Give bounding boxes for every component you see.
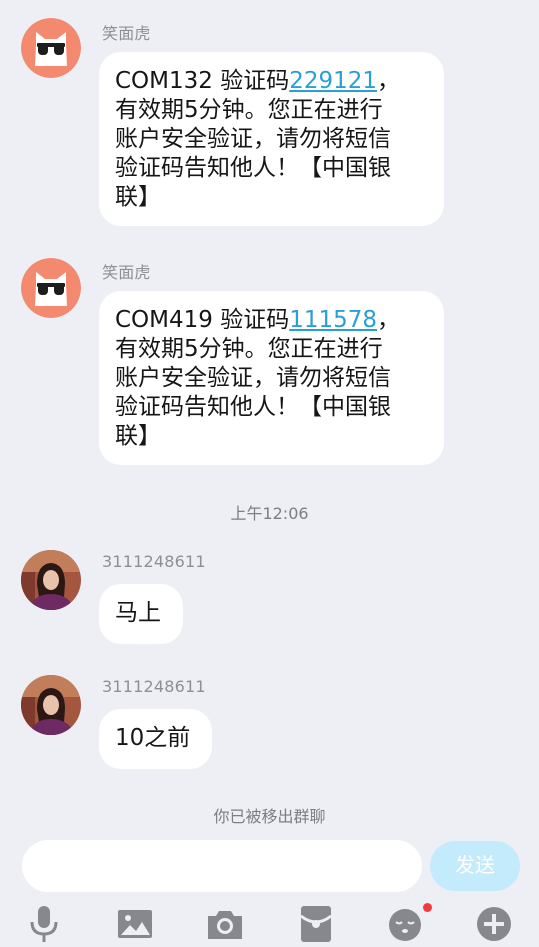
message-line: 账户安全验证，请勿将短信 — [115, 365, 391, 391]
send-button[interactable]: 发送 — [430, 841, 520, 891]
message-text: 马上 — [115, 600, 161, 626]
message-text: ， — [377, 307, 401, 333]
emoji-icon[interactable] — [387, 904, 427, 944]
message-text: ， — [377, 68, 401, 94]
message-line: COM419 验证码111578， — [115, 306, 428, 335]
chat-screen: 笑面虎 COM132 验证码229121， 有效期5分钟。您正在进行 账户安全验… — [0, 0, 539, 947]
message-line: 账户安全验证，请勿将短信 — [115, 126, 391, 152]
message-bubble[interactable]: 10之前 — [99, 709, 212, 769]
notification-dot — [423, 903, 432, 912]
message-line: 联】 — [115, 184, 161, 210]
message-text: COM132 验证码 — [115, 68, 290, 94]
red-packet-icon[interactable] — [297, 904, 337, 944]
sender-name: 3111248611 — [102, 552, 206, 571]
verification-code-link[interactable]: 111578 — [289, 307, 377, 333]
sender-avatar-tiger[interactable] — [21, 18, 81, 78]
message-input[interactable] — [22, 840, 422, 892]
camera-icon[interactable] — [205, 904, 245, 944]
sender-name: 3111248611 — [102, 677, 206, 696]
sender-name: 笑面虎 — [102, 263, 151, 282]
message-bubble[interactable]: COM419 验证码111578， 有效期5分钟。您正在进行 账户安全验证，请勿… — [99, 291, 444, 465]
message-line: 有效期5分钟。您正在进行 — [115, 97, 383, 123]
timestamp: 上午12:06 — [230, 504, 309, 523]
message-line: 验证码告知他人！【中国银 — [115, 155, 391, 181]
sender-avatar-photo[interactable] — [21, 675, 81, 735]
message-line: 有效期5分钟。您正在进行 — [115, 336, 383, 362]
plus-icon[interactable] — [476, 904, 516, 944]
message-line: COM132 验证码229121， — [115, 67, 428, 96]
sender-avatar-tiger[interactable] — [21, 258, 81, 318]
microphone-icon[interactable] — [24, 904, 64, 944]
verification-code-link[interactable]: 229121 — [289, 68, 377, 94]
message-line: 验证码告知他人！【中国银 — [115, 394, 391, 420]
system-notice: 你已被移出群聊 — [213, 807, 326, 826]
message-bubble[interactable]: COM132 验证码229121， 有效期5分钟。您正在进行 账户安全验证，请勿… — [99, 52, 444, 226]
sender-avatar-photo[interactable] — [21, 550, 81, 610]
message-bubble[interactable]: 马上 — [99, 584, 183, 644]
sender-name: 笑面虎 — [102, 24, 151, 43]
message-text: 10之前 — [115, 725, 191, 751]
message-line: 联】 — [115, 423, 161, 449]
message-text: COM419 验证码 — [115, 307, 290, 333]
image-icon[interactable] — [116, 904, 156, 944]
